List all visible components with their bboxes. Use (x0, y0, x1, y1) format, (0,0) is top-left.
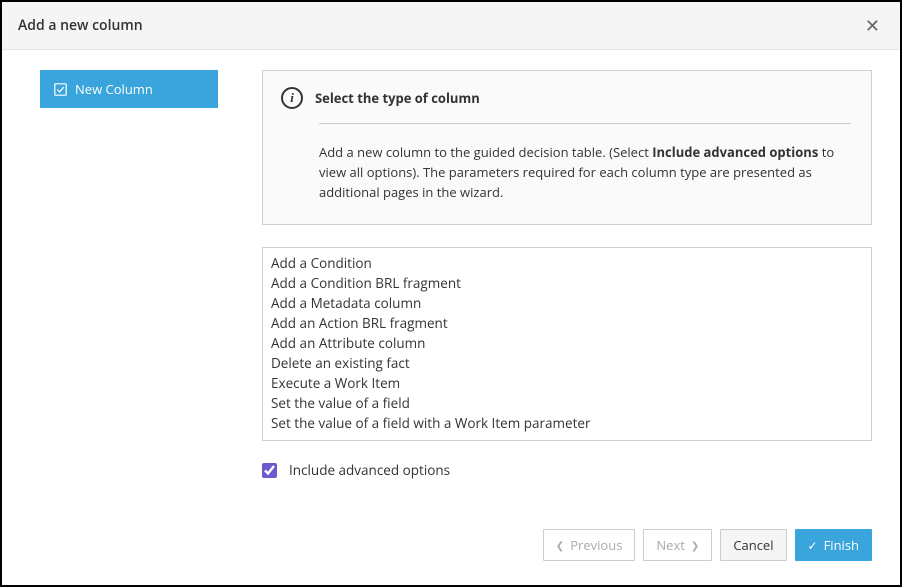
option-add-action-brl[interactable]: Add an Action BRL fragment (271, 314, 863, 334)
option-execute-work-item[interactable]: Execute a Work Item (271, 374, 863, 394)
previous-button[interactable]: ❮ Previous (543, 529, 636, 561)
info-panel-title: Select the type of column (315, 89, 480, 107)
previous-label: Previous (570, 536, 622, 554)
sidebar-item-new-column[interactable]: New Column (40, 70, 218, 108)
check-icon: ✓ (808, 537, 818, 554)
next-button[interactable]: Next ❯ (643, 529, 712, 561)
dialog-header: Add a new column ✕ (2, 2, 900, 50)
info-description: Add a new column to the guided decision … (319, 142, 851, 202)
chevron-left-icon: ❮ (556, 540, 564, 550)
info-desc-before: Add a new column to the guided decision … (319, 143, 652, 161)
column-type-list[interactable]: Add a Condition Add a Condition BRL frag… (262, 247, 872, 441)
chevron-right-icon: ❯ (691, 540, 699, 550)
check-square-icon (54, 83, 67, 96)
option-set-field-work-item[interactable]: Set the value of a field with a Work Ite… (271, 414, 863, 434)
dialog-body: New Column i Select the type of column A… (2, 50, 900, 513)
wizard-sidebar: New Column (40, 70, 218, 503)
divider (319, 123, 851, 124)
advanced-options-checkbox[interactable] (262, 463, 277, 478)
option-add-metadata[interactable]: Add a Metadata column (271, 294, 863, 314)
info-desc-bold: Include advanced options (652, 143, 818, 161)
option-add-attribute[interactable]: Add an Attribute column (271, 334, 863, 354)
finish-button[interactable]: ✓ Finish (795, 529, 872, 561)
advanced-options-label: Include advanced options (289, 461, 450, 479)
cancel-button[interactable]: Cancel (720, 529, 786, 561)
option-add-condition[interactable]: Add a Condition (271, 254, 863, 274)
option-delete-fact[interactable]: Delete an existing fact (271, 354, 863, 374)
wizard-main: i Select the type of column Add a new co… (262, 70, 872, 503)
info-icon: i (281, 87, 303, 109)
add-column-dialog: Add a new column ✕ New Column i Select t… (2, 2, 900, 585)
advanced-options-row[interactable]: Include advanced options (262, 461, 872, 479)
dialog-footer: ❮ Previous Next ❯ Cancel ✓ Finish (2, 513, 900, 585)
finish-label: Finish (824, 536, 859, 554)
info-header: i Select the type of column (281, 87, 851, 123)
next-label: Next (656, 536, 685, 554)
dialog-title: Add a new column (18, 16, 143, 35)
cancel-label: Cancel (733, 536, 773, 554)
close-icon: ✕ (865, 16, 880, 36)
option-set-field-value[interactable]: Set the value of a field (271, 394, 863, 414)
info-panel: i Select the type of column Add a new co… (262, 70, 872, 225)
close-button[interactable]: ✕ (861, 17, 884, 35)
sidebar-item-label: New Column (75, 80, 153, 98)
option-add-condition-brl[interactable]: Add a Condition BRL fragment (271, 274, 863, 294)
